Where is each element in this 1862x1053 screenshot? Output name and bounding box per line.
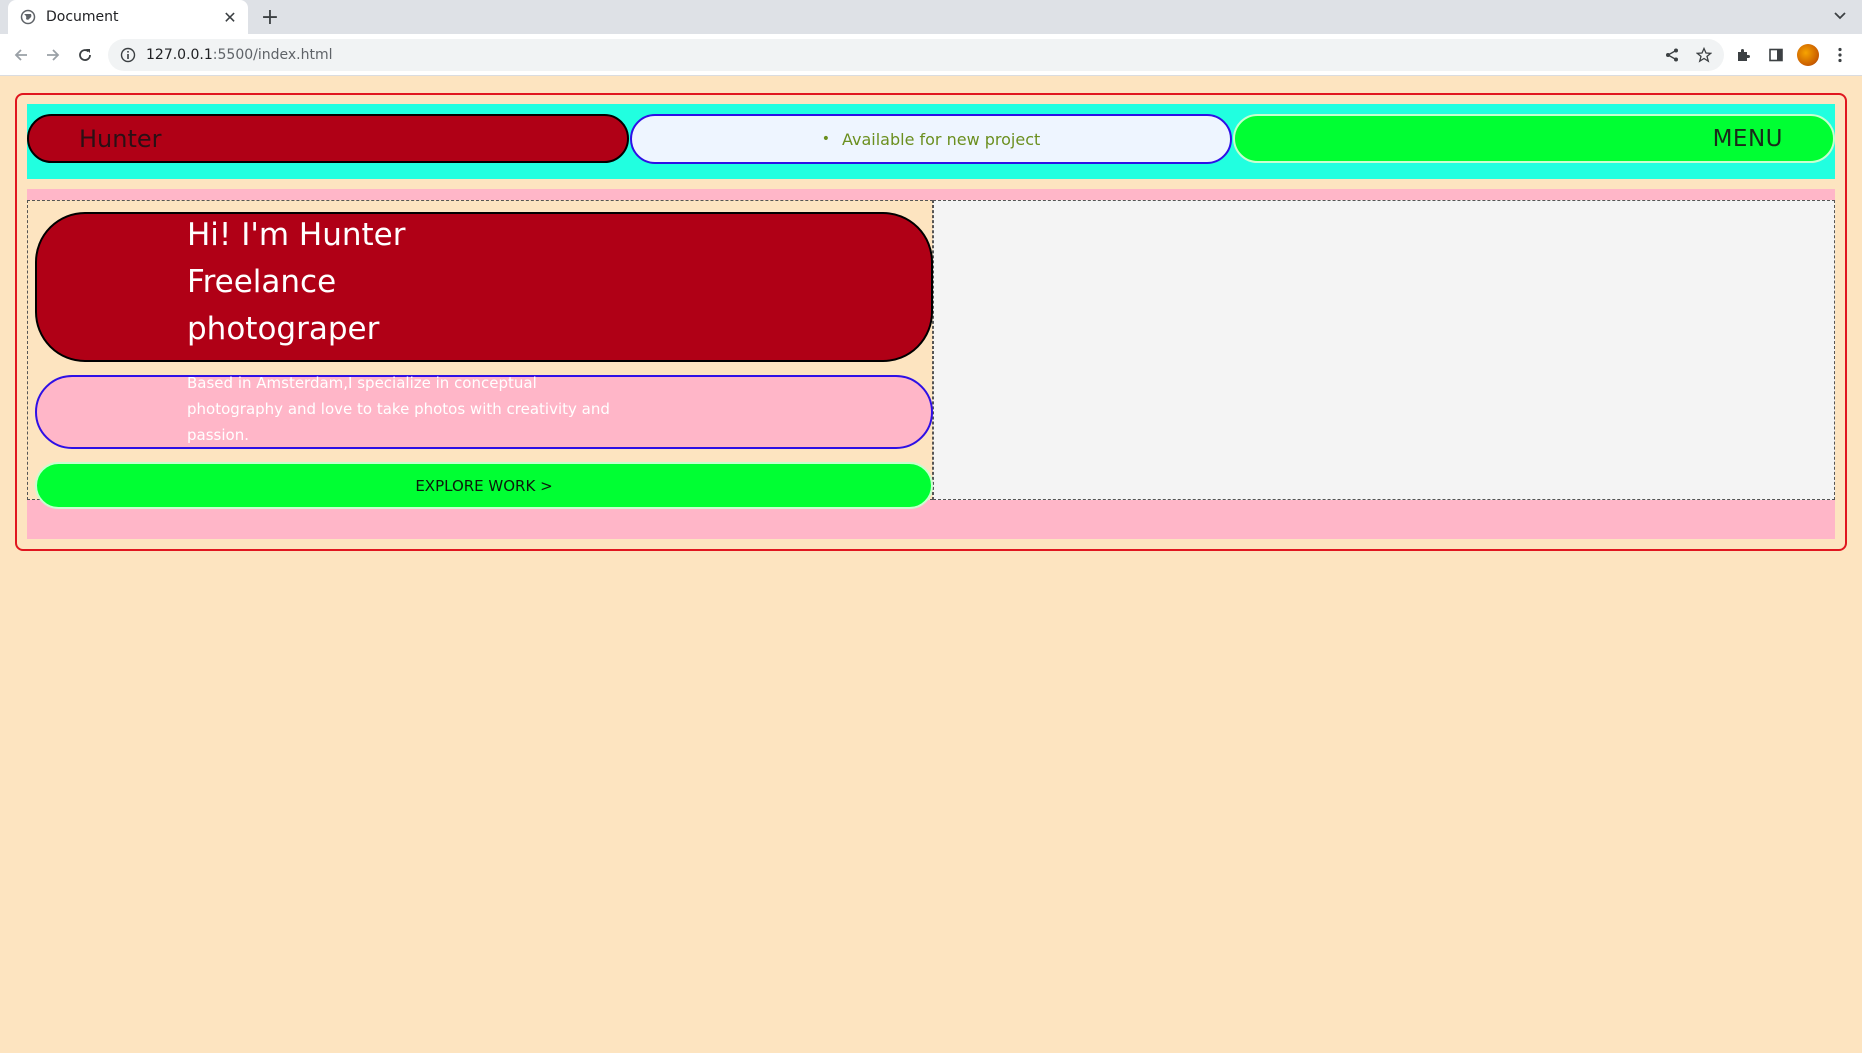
menu-button[interactable]: MENU (1233, 114, 1835, 163)
info-icon[interactable] (120, 47, 136, 63)
forward-arrow-icon[interactable] (41, 43, 65, 67)
availability-text: Available for new project (841, 129, 1041, 149)
globe-icon (20, 9, 36, 25)
extensions-icon[interactable] (1731, 43, 1755, 67)
hero-title: Hi! I'm Hunter Freelance photograper (187, 217, 406, 347)
side-panel-icon[interactable] (1764, 43, 1788, 67)
reload-icon[interactable] (73, 43, 97, 67)
address-bar[interactable]: 127.0.0.1:5500/index.html (108, 39, 1724, 71)
explore-work-button[interactable]: EXPLORE WORK > (35, 462, 933, 509)
availability-badge: • Available for new project (630, 114, 1232, 164)
hero-image-area (933, 200, 1835, 500)
browser-tab-bar: Document ✕ + (0, 0, 1862, 34)
browser-toolbar: 127.0.0.1:5500/index.html (0, 34, 1862, 76)
star-icon[interactable] (1692, 43, 1716, 67)
url-path: :5500/index.html (212, 47, 333, 63)
tab-title: Document (46, 9, 119, 25)
logo[interactable]: Hunter (27, 114, 629, 163)
url-host: 127.0.0.1 (146, 47, 213, 63)
hero-description: Based in Amsterdam,I specialize in conce… (187, 374, 610, 444)
share-icon[interactable] (1660, 43, 1684, 67)
profile-avatar[interactable] (1797, 44, 1819, 66)
bullet-icon: • (821, 131, 830, 147)
browser-tab[interactable]: Document ✕ (8, 0, 248, 34)
chevron-down-icon[interactable] (1830, 6, 1850, 26)
back-arrow-icon[interactable] (9, 43, 33, 67)
plus-icon[interactable]: + (258, 5, 282, 30)
kebab-menu-icon[interactable] (1828, 43, 1852, 67)
close-icon[interactable]: ✕ (220, 7, 240, 27)
